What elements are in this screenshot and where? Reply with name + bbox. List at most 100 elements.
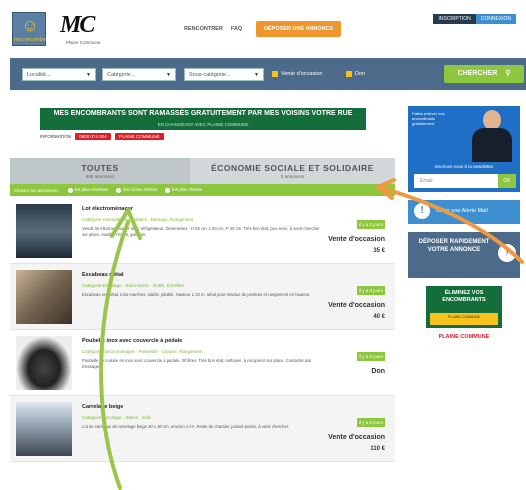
tab-social-economy-count: 0 annonces [280,174,305,179]
sort-option-recent-label: les plus récentes [74,187,109,193]
partner-logo-text: Plaine Commune [66,40,101,45]
email-field[interactable]: Email [414,174,498,188]
spokesperson-image [470,110,514,162]
smile-icon: ☺ [21,16,39,35]
search-button[interactable]: CHERCHER ⚲ [444,65,524,83]
listing-category: Catégorie Bricolage · Stains · Sols [82,415,151,420]
listing-type: Don [371,368,385,375]
listing-type: Vente d'occasion [328,434,385,441]
subcategory-select-label: Sous-catégorie... [189,72,231,78]
sidebar-promo[interactable]: Faites enlever vos encombrants gratuitem… [408,106,520,162]
listing-title[interactable]: Lot électroménager [82,206,133,212]
listing-title[interactable]: Escabeau métal [82,272,124,278]
list-item[interactable]: Escabeau métal Catégorie Bricolage · Sai… [10,264,395,330]
promo-banner[interactable]: MES ENCOMBRANTS SONT RAMASSÉS GRATUITEME… [40,108,366,150]
listing-title[interactable]: Carrelage beige [82,404,123,410]
sort-option-cheapest[interactable]: les moins chères [116,187,158,193]
create-alert-button[interactable]: ! Créer une Alerte Mail [408,200,520,224]
sort-option-expensive-label: les plus chères [172,187,203,193]
tab-all-label: TOUTES [81,163,119,173]
top-header: ☺ mes encombrants MC Plaine Commune RENC… [0,0,526,50]
used-sale-checkbox[interactable]: Vente d'occasion [272,71,322,77]
banner-headline-box: MES ENCOMBRANTS SONT RAMASSÉS GRATUITEME… [40,108,366,130]
banner-subtitle: EN CHANGEANT AVEC PLAINE COMMUNE [157,122,249,127]
listing-photo[interactable] [16,270,72,324]
partner-footer-logo[interactable]: PLAINE COMMUNE [408,334,520,340]
partner-logo-mark: MC [60,12,95,38]
newsletter-submit-button[interactable]: OK [498,174,516,188]
list-item[interactable]: Carrelage beige Catégorie Bricolage · St… [10,396,395,462]
site-logo[interactable]: ☺ mes encombrants [12,12,46,46]
listing-title[interactable]: Poubelle inox avec couvercle à pédale [82,338,182,344]
tab-all-count: 696 annonces [85,174,115,179]
search-icon: ⚲ [505,70,511,77]
chevron-down-icon: ▼ [254,72,259,78]
create-alert-label: Créer une Alerte Mail [436,208,488,214]
signup-link[interactable]: INSCRIPTION [433,14,476,24]
chevron-right-icon: › [498,244,516,262]
listing-type: Vente d'occasion [328,236,385,243]
newsletter-title: Inscrivez-vous à la newsletter [434,164,494,169]
listing-date-badge: il y a 2 jours [357,220,385,229]
sort-option-recent[interactable]: les plus récentes [67,187,109,193]
banner-headline: MES ENCOMBRANTS SONT RAMASSÉS GRATUITEME… [53,110,353,117]
green-ad-title: ÉLIMINEZ VOS ENCOMBRANTS [442,290,486,303]
chevron-down-icon: ▼ [166,72,171,78]
listing-description: Escabeau en métal, trois marches, stable… [82,292,311,297]
spokesperson-body [472,128,512,162]
listing-category: Catégorie Ameublement · Stains · Bureaux… [82,217,194,222]
listing-date-badge: il y a 6 jours [357,418,385,427]
sort-option-cheapest-label: les moins chères [123,187,158,193]
radio-icon [116,187,122,193]
sort-options: Classer les annonces : les plus récentes… [10,184,395,196]
category-select-label: Catégorie... [107,72,136,78]
subcategory-select[interactable]: Sous-catégorie... ▼ [184,68,264,81]
listing-photo[interactable] [16,204,72,258]
account-links: INSCRIPTION CONNEXION [433,14,516,24]
category-select[interactable]: Catégorie... ▼ [102,68,176,81]
donation-label: Don [355,71,366,77]
login-link[interactable]: CONNEXION [475,14,516,24]
search-bar: Localité... ▼ Catégorie... ▼ Sous-catégori… [10,58,526,90]
city-select-label: Localité... [27,72,51,78]
sidebar: Faites enlever vos encombrants gratuitem… [408,106,520,340]
banner-phone: 0800 074 904 [75,133,111,140]
listing-price: 35 € [373,248,385,254]
chevron-down-icon: ▼ [86,72,91,78]
list-item[interactable]: Poubelle inox avec couvercle à pédale Ca… [10,330,395,396]
listing-type: Vente d'occasion [328,302,385,309]
site-logo-text: mes encombrants [14,37,46,43]
info-icon: ! [414,203,430,219]
city-select[interactable]: Localité... ▼ [22,68,96,81]
nav-link-rencontrer[interactable]: RENCONTRER [184,26,223,32]
tab-all[interactable]: TOUTES 696 annonces [10,158,190,184]
listing-price: 40 € [373,314,385,320]
tab-social-economy-label: ÉCONOMIE SOCIALE ET SOLIDAIRE [211,163,374,173]
listing-photo[interactable] [16,402,72,456]
post-ad-button[interactable]: DÉPOSER UNE ANNONCE [256,21,342,37]
radio-icon [165,187,171,193]
banner-partner: PLAINE COMMUNE [114,133,164,140]
banner-info-row: INFORMATION 0800 074 904 PLAINE COMMUNE [40,130,366,140]
listing-date-badge: il y a 5 jours [357,352,385,361]
sort-option-expensive[interactable]: les plus chères [165,187,203,193]
deposit-ad-button[interactable]: DÉPOSER RAPIDEMENT VOTRE ANNONCE › [408,232,520,278]
sidebar-green-ad[interactable]: ÉLIMINEZ VOS ENCOMBRANTS PLAINE COMMUNE [426,286,502,328]
tab-social-economy[interactable]: ÉCONOMIE SOCIALE ET SOLIDAIRE 0 annonces [190,158,395,184]
top-nav: RENCONTRER FAQ DÉPOSER UNE ANNONCE [184,20,342,38]
deposit-ad-label: DÉPOSER RAPIDEMENT VOTRE ANNONCE [418,239,490,253]
list-item[interactable]: Lot électroménager Catégorie Ameublement… [10,198,395,264]
used-sale-label: Vente d'occasion [281,71,323,77]
sidebar-promo-text: Faites enlever vos encombrants gratuitem… [412,111,445,126]
radio-icon [67,187,73,193]
donation-checkbox[interactable]: Don [346,71,365,77]
listing-filters: TOUTES 696 annonces ÉCONOMIE SOCIALE ET … [10,158,395,196]
checkbox-icon [346,71,352,77]
listing-price: 110 € [370,446,385,452]
listing-category: Catégorie Électroménager · Pierrefitte ·… [82,349,203,354]
green-ad-subtitle: PLAINE COMMUNE [430,313,498,325]
listing-description: Vends lot électroménager avec réfrigérat… [82,226,320,237]
listing-photo[interactable] [16,336,72,390]
partner-logo[interactable]: MC Plaine Commune [58,12,101,46]
nav-link-faq[interactable]: FAQ [231,26,242,32]
